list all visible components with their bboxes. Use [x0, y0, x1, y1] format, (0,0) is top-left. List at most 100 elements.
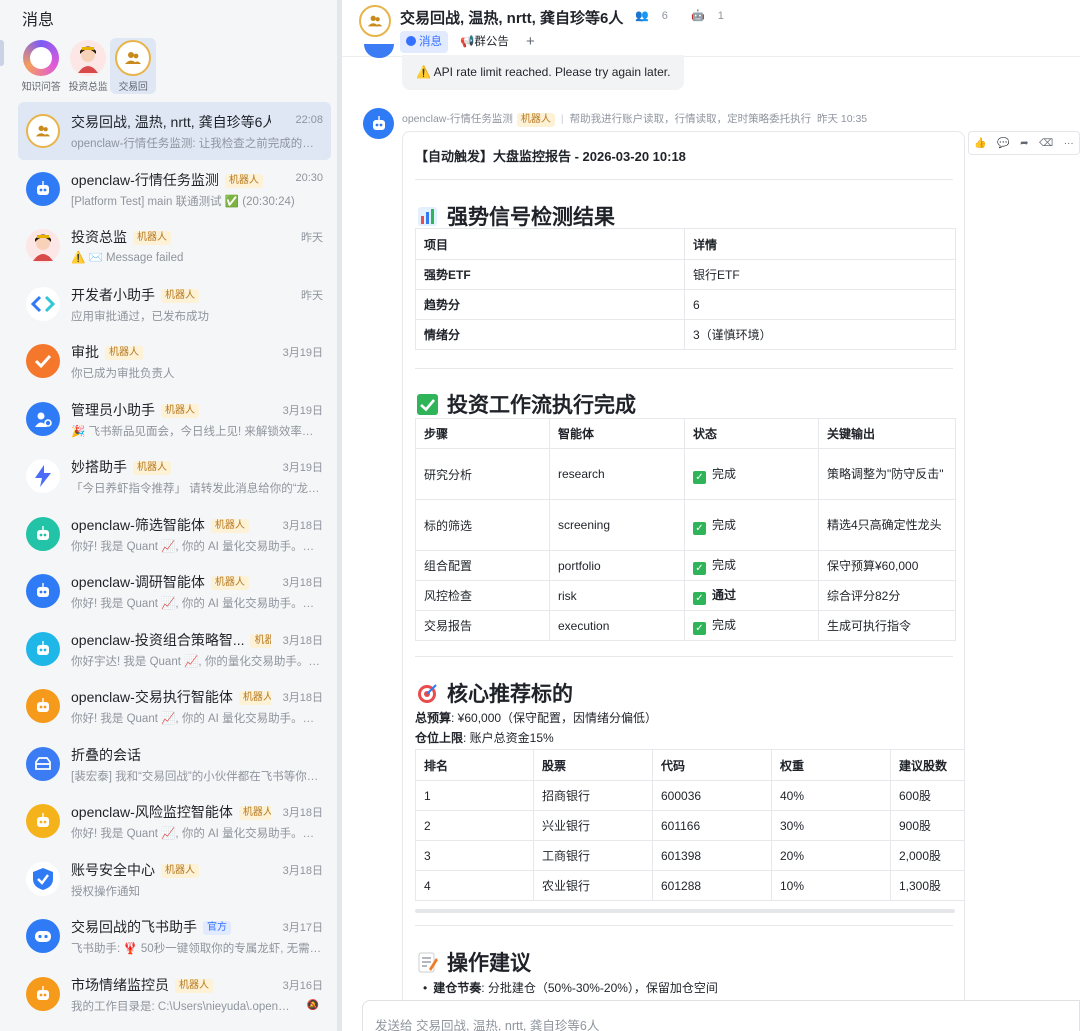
bullet-item: 建仓节奏: 分批建仓（50%-30%-20%），保留加仓空间 [423, 979, 718, 996]
chat-item[interactable]: 审批 机器人 3月19日 你已成为审批负责人 [18, 332, 331, 390]
table-header: 排名 股票 代码 权重 建议股数 [415, 749, 964, 781]
pinned-trading-group[interactable]: 交易回 [110, 38, 156, 94]
chat-name: 交易回战的飞书助手 官方 [71, 917, 231, 937]
chat-time: 3月18日 [282, 807, 323, 819]
chat-item[interactable]: 投资总监 机器人 昨天 ⚠️ ✉️ Message failed [18, 217, 331, 275]
forward-icon[interactable]: ➦ [1020, 138, 1028, 149]
chat-pane: 交易回战, 温热, nrtt, 龚自珍等6人 👥 6 🤖 1 消息 📢群公告 +… [342, 0, 1080, 1031]
chat-item[interactable]: 折叠的会话 [裴宏泰] 我和“交易回战”的小伙伴都在飞书等你… [18, 735, 331, 793]
chat-item[interactable]: 交易回战的飞书助手 官方 3月17日 飞书助手: 🦞 50秒一键领取你的专属龙虾,… [18, 907, 331, 965]
delete-icon[interactable]: ⌫ [1039, 138, 1053, 149]
chat-time: 3月19日 [282, 462, 323, 474]
chat-title[interactable]: 交易回战, 温热, nrtt, 龚自珍等6人 [400, 7, 623, 28]
chat-item[interactable]: 管理员小助手 机器人 3月19日 🎉 飞书新品见面会，今日线上见! 来解锁效率新… [18, 390, 331, 448]
sidebar-edge-tab[interactable] [0, 40, 4, 66]
group-icon [26, 114, 60, 148]
chat-name: 交易回战, 温热, nrtt, 龚自珍等6人 [71, 114, 271, 130]
folder-icon [26, 746, 60, 781]
chat-name: 管理员小助手 机器人 [71, 400, 199, 420]
robot-icon [26, 516, 60, 551]
message-time: 昨天 10:35 [816, 113, 868, 125]
pinned-investment-director[interactable]: 投资总监 [65, 38, 111, 94]
table-row: 组合配置 portfolio ✓ 完成 保守预算¥60,000 [415, 550, 956, 581]
chat-preview: 我的工作目录是: C:\Users\nieyuda\.open… [71, 1000, 290, 1013]
robot-icon [26, 631, 60, 666]
chat-time: 3月18日 [282, 634, 323, 647]
chat-item[interactable]: 交易回战, 温热, nrtt, 龚自珍等6人 22:08 openclaw-行情… [18, 102, 331, 160]
chat-name: 市场情绪监控员 机器人 [71, 975, 213, 995]
pinned-label: 知识问答 [21, 82, 61, 93]
chat-item[interactable]: openclaw-投资组合策略智...机器人 3月18日 你好宇达! 我是 Qu… [18, 620, 331, 678]
chat-item[interactable]: openclaw-交易执行智能体 机器人 3月18日 你好! 我是 Quant 📈… [18, 677, 331, 735]
tab-messages[interactable]: 消息 [400, 31, 448, 53]
warning-icon: ⚠️ [416, 65, 431, 79]
robot-avatar[interactable] [363, 108, 394, 139]
chat-item[interactable]: openclaw-风险监控智能体 机器人 3月18日 你好! 我是 Quant 📈… [18, 792, 331, 850]
check-icon: ✓ [693, 521, 706, 535]
section-title: 强势信号检测结果 [417, 201, 615, 231]
chat-time: 3月19日 [282, 404, 323, 417]
chat-preview: 你好! 我是 Quant 📈, 你的 AI 量化交易助手。… [71, 713, 315, 725]
member-count[interactable]: 👥 6 [635, 10, 678, 22]
chat-item[interactable]: openclaw-筛选智能体 机器人 3月18日 你好! 我是 Quant 📈, … [18, 505, 331, 563]
table-row: 情绪分 3（谨慎环境） [415, 319, 956, 350]
bot-tag: 机器人 [133, 461, 171, 475]
sender-name[interactable]: openclaw-行情任务监测 [402, 113, 513, 125]
table-header: 项目 详情 [415, 228, 956, 260]
bot-count[interactable]: 🤖 1 [691, 10, 734, 22]
sidebar-title: 消息 [22, 12, 55, 29]
chat-preview: ⚠️ ✉️ Message failed [71, 252, 184, 264]
bot-tag: 机器人 [175, 978, 213, 993]
sender-note: 帮助我进行账户读取，行情读取，定时策略委托执行 [569, 113, 812, 125]
chat-item[interactable]: 开发者小助手 机器人 昨天 应用审批通过，已发布成功 [18, 275, 331, 333]
bot-tag: 机器人 [250, 633, 271, 648]
check-icon: ✓ [693, 562, 706, 575]
pinned-label: 投资总监 [68, 82, 108, 93]
chat-item[interactable]: openclaw-行情任务监测 机器人 20:30 [Platform Test]… [18, 160, 331, 218]
chat-preview: 你好! 我是 Quant 📈, 你的 AI 量化交易助手。… [71, 540, 315, 553]
chat-item[interactable]: 账号安全中心 机器人 3月18日 授权操作通知 [18, 850, 331, 908]
table-row: 标的筛选 screening ✓ 完成 精选4只高确定性龙头 [415, 499, 956, 551]
chat-time: 昨天 [301, 289, 323, 302]
rate-limit-message: ⚠️ API rate limit reached. Please try ag… [402, 55, 685, 90]
thumbs-up-icon[interactable]: 👍 [974, 138, 986, 149]
more-icon[interactable]: ··· [1064, 138, 1074, 149]
section-title: 操作建议 [417, 947, 531, 977]
message-input[interactable]: 发送给 交易回战, 温热, nrtt, 龚自珍等6人 [362, 1000, 1080, 1031]
table-scrollbar[interactable] [415, 909, 955, 913]
bot-tag: 机器人 [224, 173, 263, 188]
report-card: 【自动触发】大盘监控报告 - 2026-03-20 10:18 强势信号检测结果… [402, 131, 965, 1011]
pinned-label: 交易回 [118, 82, 148, 93]
chat-name: openclaw-投资组合策略智...机器人 [71, 630, 271, 650]
members-icon: 👥 [635, 10, 649, 22]
reply-icon[interactable]: 💬 [997, 138, 1009, 149]
section-title: 投资工作流执行完成 [417, 389, 636, 419]
section-title: 核心推荐标的 [417, 678, 573, 708]
chat-time: 3月16日 [282, 979, 323, 992]
robot-icon [26, 976, 60, 1011]
tab-announcement[interactable]: 📢群公告 [460, 31, 509, 53]
chat-time: 3月18日 [282, 692, 323, 704]
chat-item[interactable]: 市场情绪监控员 机器人 3月16日 我的工作目录是: C:\Users\nieyu… [18, 965, 331, 1023]
code-brackets-icon [26, 286, 60, 321]
bar-chart-icon [417, 206, 438, 227]
chat-time: 20:30 [295, 171, 323, 184]
group-icon [115, 40, 151, 76]
table-row: 风控检查 risk ✓ 通过 综合评分82分 [415, 580, 956, 611]
position-cap-line: 仓位上限: 账户总资金15% [415, 731, 554, 745]
chat-time: 3月19日 [282, 347, 323, 359]
group-avatar[interactable] [359, 5, 391, 37]
message-bubble-icon [406, 36, 416, 46]
chat-preview: 你好宇达! 我是 Quant 📈, 你的量化交易助手。… [71, 655, 320, 668]
add-tab-button[interactable]: + [526, 31, 535, 53]
chat-item[interactable]: openclaw-调研智能体 机器人 3月18日 你好! 我是 Quant 📈, … [18, 562, 331, 620]
pinned-knowledge-qa[interactable]: 知识问答 [18, 38, 64, 94]
chat-preview: 「今日养虾指令推荐」 请转发此消息给你的“龙虾… [71, 483, 323, 495]
chat-name: openclaw-交易执行智能体 机器人 [71, 687, 271, 707]
chat-item[interactable]: 妙搭助手 机器人 3月19日 「今日养虾指令推荐」 请转发此消息给你的“龙虾… [18, 447, 331, 505]
report-caption: 【自动触发】大盘监控报告 - 2026-03-20 10:18 [415, 149, 686, 164]
chat-time: 3月17日 [282, 922, 323, 934]
chat-preview: 你好! 我是 Quant 📈, 你的 AI 量化交易助手。… [71, 598, 315, 610]
check-icon: ✓ [693, 470, 706, 484]
robot-icon [26, 574, 60, 608]
